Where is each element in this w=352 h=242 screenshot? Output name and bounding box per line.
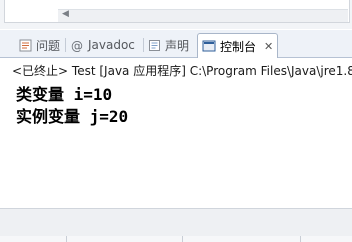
view-tab-bar: 问题 @ Javadoc 声明 控制台 ✕ xyxy=(0,30,352,58)
tab-label: Javadoc xyxy=(88,38,135,52)
console-output: 类变量 i=10 实例变量 j=20 xyxy=(16,84,128,128)
tab-label: 控制台 xyxy=(220,39,257,54)
problems-icon xyxy=(18,38,32,52)
horizontal-scrollbar[interactable]: ◀ xyxy=(58,9,348,22)
status-divider xyxy=(66,236,67,242)
console-status: <已终止> Test [Java 应用程序] C:\Program Files\… xyxy=(12,64,352,78)
tab-problems[interactable]: 问题 xyxy=(18,34,60,56)
javadoc-icon: @ xyxy=(70,38,84,52)
tab-separator xyxy=(143,38,144,52)
declaration-icon xyxy=(147,38,161,52)
console-line: 实例变量 j=20 xyxy=(16,107,129,126)
tab-label: 问题 xyxy=(36,38,61,53)
tab-label: 声明 xyxy=(165,38,190,53)
close-tab-icon[interactable]: ✕ xyxy=(264,40,273,53)
status-divider xyxy=(300,236,301,242)
console-icon xyxy=(202,39,216,53)
editor-area: ◀ xyxy=(0,0,352,29)
status-divider xyxy=(182,236,183,242)
console-line: 类变量 i=10 xyxy=(16,85,113,104)
scroll-left-icon[interactable]: ◀ xyxy=(62,9,69,19)
svg-text:@: @ xyxy=(71,39,83,52)
bottom-panel xyxy=(0,208,352,242)
tab-separator xyxy=(65,38,66,52)
tab-javadoc[interactable]: @ Javadoc xyxy=(70,34,135,56)
console-view: <已终止> Test [Java 应用程序] C:\Program Files\… xyxy=(0,58,352,208)
tab-console[interactable]: 控制台 ✕ xyxy=(197,33,279,58)
tab-declaration[interactable]: 声明 xyxy=(147,34,189,56)
